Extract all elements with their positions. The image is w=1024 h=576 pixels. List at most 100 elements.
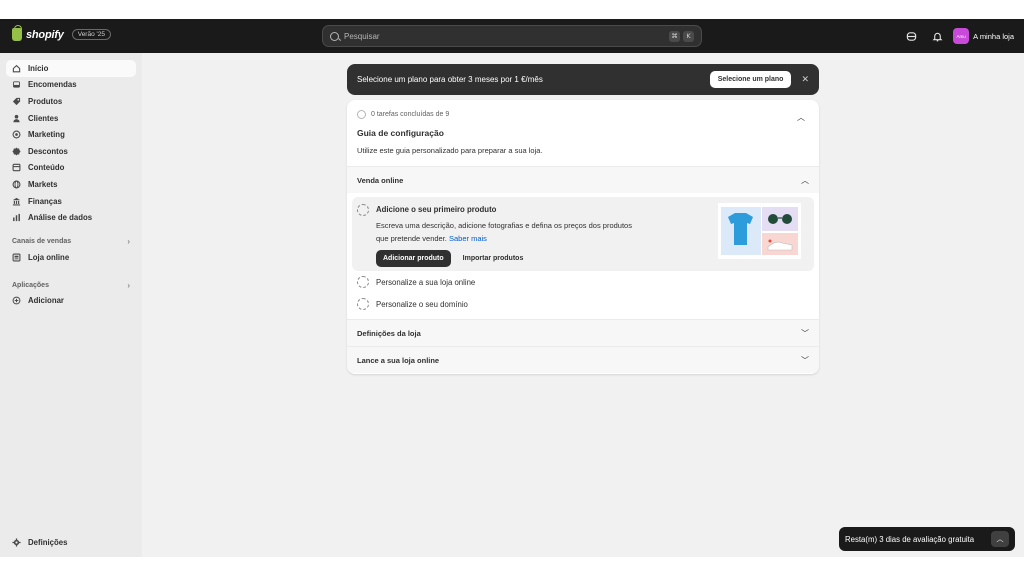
sidebar-item-products[interactable]: Produtos: [6, 93, 136, 110]
sidebar-item-finance[interactable]: Finanças: [6, 193, 136, 210]
section-title: Definições da loja: [357, 328, 421, 338]
progress-row: 0 tarefas concluídas de 9: [357, 110, 809, 119]
sidebar-item-label: Produtos: [28, 96, 63, 106]
guide-title: Guia de configuração: [357, 128, 444, 138]
sidebar-item-marketing[interactable]: Marketing: [6, 126, 136, 143]
chevron-down-icon: ﹀: [801, 355, 809, 365]
sidebar-item-label: Análise de dados: [28, 213, 93, 223]
shopify-logo[interactable]: shopify Verão '25: [12, 25, 111, 41]
sidebar-item-add-app[interactable]: Adicionar: [6, 293, 136, 310]
person-icon: [12, 114, 21, 123]
sidebar-item-customers[interactable]: Clientes: [6, 110, 136, 127]
target-icon: [12, 130, 21, 139]
apps-header[interactable]: Aplicações ›: [6, 279, 136, 293]
store-icon: [12, 253, 21, 262]
task-customize-store[interactable]: Personalize a sua loja online: [352, 271, 814, 293]
sidebar-item-label: Finanças: [28, 196, 62, 206]
chevron-right-icon: ›: [127, 237, 130, 247]
plus-circle-icon: [12, 296, 21, 305]
sidebar-item-home[interactable]: Início: [6, 60, 136, 77]
products-illustration: [718, 203, 801, 259]
sidebar-item-label: Conteúdo: [28, 163, 65, 173]
tag-icon: [12, 97, 21, 106]
sidebar-item-label: Encomendas: [28, 80, 77, 90]
chevron-down-icon: ﹀: [801, 328, 809, 338]
task-title: Personalize a sua loja online: [376, 277, 476, 287]
sidebar-item-label: Início: [28, 63, 49, 73]
sales-channels-header[interactable]: Canais de vendas ›: [6, 235, 136, 249]
banner-text: Selecione um plano para obter 3 meses po…: [357, 75, 543, 84]
bank-icon: [12, 197, 21, 206]
sidebar-item-discounts[interactable]: Descontos: [6, 143, 136, 160]
search-input[interactable]: [344, 31, 666, 41]
task-circle-icon[interactable]: [357, 276, 369, 288]
sidebar-item-label: Markets: [28, 179, 58, 189]
setup-guide-card: 0 tarefas concluídas de 9 Guia de config…: [347, 100, 819, 374]
add-product-button[interactable]: Adicionar produto: [376, 250, 451, 267]
close-icon[interactable]: ✕: [801, 74, 809, 85]
content-icon: [12, 163, 21, 172]
main-content: Selecione um plano para obter 3 meses po…: [142, 53, 1024, 557]
search-icon: [330, 31, 339, 41]
task-title: Personalize o seu domínio: [376, 299, 468, 309]
task-customize-domain[interactable]: Personalize o seu domínio: [352, 293, 814, 315]
task-add-product[interactable]: Adicione o seu primeiro produto Escreva …: [352, 197, 814, 271]
store-name: A minha loja: [973, 31, 1014, 41]
trial-text: Resta(m) 3 dias de avaliação gratuita: [845, 534, 975, 544]
bottom-strip: [0, 557, 1024, 576]
sidebar-item-online-store[interactable]: Loja online: [6, 249, 136, 266]
k-key: K: [683, 30, 694, 42]
inbox-icon: [12, 80, 21, 89]
task-description-text: Escreva uma descrição, adicione fotograf…: [376, 221, 632, 243]
chevron-right-icon: ›: [127, 281, 130, 291]
sidebar-item-label: Definições: [28, 538, 68, 548]
shopify-bag-icon: [12, 25, 22, 41]
sidebar-item-label: Loja online: [28, 252, 70, 262]
trial-banner[interactable]: Resta(m) 3 dias de avaliação gratuita ︿: [839, 527, 1015, 551]
task-description: Escreva uma descrição, adicione fotograf…: [376, 220, 641, 245]
sidebar-item-label: Descontos: [28, 146, 68, 156]
guide-description: Utilize este guia personalizado para pre…: [357, 146, 543, 155]
plan-banner: Selecione um plano para obter 3 meses po…: [347, 64, 819, 95]
task-title: Adicione o seu primeiro produto: [376, 205, 497, 214]
task-circle-icon[interactable]: [357, 204, 369, 216]
chevron-up-icon[interactable]: ︿: [797, 112, 805, 123]
sidebar-item-label: Clientes: [28, 113, 59, 123]
select-plan-button[interactable]: Selecione um plano: [709, 71, 792, 88]
learn-more-link[interactable]: Saber mais: [449, 234, 487, 243]
chevron-up-icon: ︿: [801, 175, 809, 185]
sidebar: Início Encomendas Produtos Clientes Mark…: [0, 53, 142, 557]
version-badge[interactable]: Verão '25: [71, 29, 111, 40]
sidebar-item-orders[interactable]: Encomendas: [6, 77, 136, 94]
chart-icon: [12, 213, 21, 222]
progress-text: 0 tarefas concluídas de 9: [371, 111, 450, 118]
logo-text: shopify: [26, 28, 64, 41]
globe-icon: [12, 180, 21, 189]
sidebar-item-label: Adicionar: [28, 296, 64, 306]
store-menu-button[interactable]: Amu A minha loja: [953, 28, 1014, 44]
task-circle-icon[interactable]: [357, 298, 369, 310]
section-launch-store[interactable]: Lance a sua loja online ﹀: [347, 346, 819, 373]
section-title: Lance a sua loja online: [357, 355, 440, 365]
import-products-button[interactable]: Importar produtos: [463, 255, 524, 262]
avatar: Amu: [953, 28, 970, 44]
progress-circle-icon: [357, 110, 366, 119]
sidebar-item-label: Marketing: [28, 130, 65, 140]
sidebar-item-markets[interactable]: Markets: [6, 176, 136, 193]
discount-icon: [12, 147, 21, 156]
chevron-up-icon[interactable]: ︿: [991, 531, 1009, 547]
sidebar-item-analytics[interactable]: Análise de dados: [6, 209, 136, 226]
section-store-settings[interactable]: Definições da loja ﹀: [347, 319, 819, 346]
bell-icon[interactable]: [927, 26, 947, 46]
section-title: Venda online: [357, 175, 404, 185]
sales-channels-label: Canais de vendas: [12, 238, 72, 246]
gear-icon: [12, 538, 21, 547]
section-online-sales[interactable]: Venda online ︿: [347, 166, 819, 193]
sidebar-item-content[interactable]: Conteúdo: [6, 160, 136, 177]
sidekick-icon[interactable]: [901, 26, 921, 46]
command-key-icon: ⌘: [669, 30, 680, 42]
top-bar: shopify Verão '25 ⌘ K Amu A minha loja: [0, 19, 1024, 53]
home-icon: [12, 64, 21, 73]
sidebar-item-settings[interactable]: Definições: [6, 534, 136, 551]
search-bar[interactable]: ⌘ K: [322, 25, 702, 47]
